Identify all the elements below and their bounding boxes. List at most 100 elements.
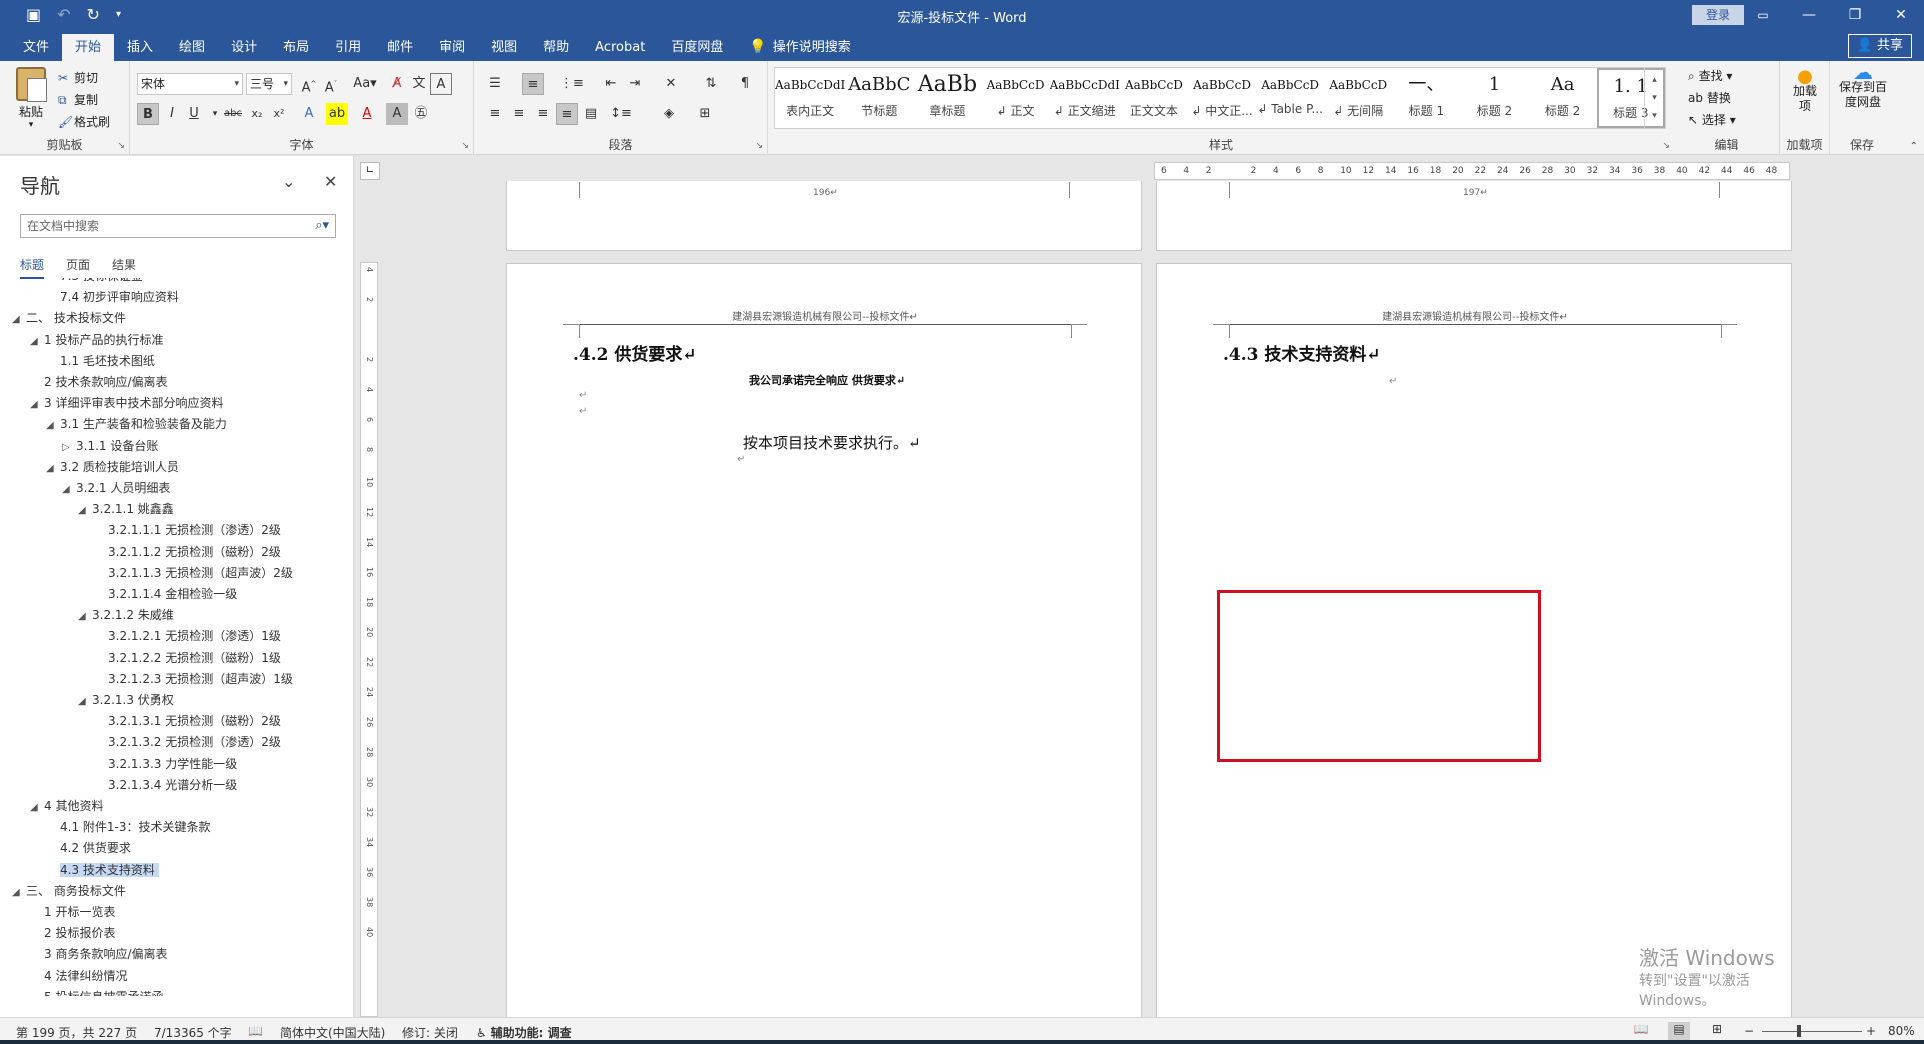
- expand-toggle-icon[interactable]: ◢: [30, 394, 44, 415]
- expand-toggle-icon[interactable]: ◢: [78, 606, 92, 627]
- body-text[interactable]: 按本项目技术要求执行。↵: [743, 432, 921, 453]
- language[interactable]: 简体中文(中国大陆): [280, 1024, 385, 1041]
- line-spacing-icon[interactable]: ↕≡: [610, 103, 632, 125]
- save-to-baidu-button[interactable]: ☁ 保存到百度网盘: [1834, 62, 1892, 110]
- dialog-launcher-icon[interactable]: ↘: [461, 141, 469, 151]
- font-name-combo[interactable]: 宋体 ▾: [137, 73, 243, 95]
- dialog-launcher-icon[interactable]: ↘: [1662, 141, 1670, 151]
- shading-icon[interactable]: ◈: [658, 103, 680, 125]
- character-border-icon[interactable]: A: [430, 73, 452, 95]
- italic-button[interactable]: I: [161, 103, 183, 125]
- nav-item[interactable]: 3.2.1.1.2 无损检测（磁粉）2级: [94, 542, 281, 563]
- expand-toggle-icon[interactable]: ◢: [30, 797, 44, 818]
- nav-item[interactable]: 2 投标报价表: [30, 923, 115, 944]
- nav-item[interactable]: 3.2.1.2.1 无损检测（渗透）1级: [94, 626, 281, 647]
- nav-item[interactable]: ◢ 三、 商务投标文件: [12, 881, 126, 902]
- tab-6[interactable]: 引用: [322, 34, 374, 61]
- style-item[interactable]: AaBbCcD ↲ 无间隔: [1324, 68, 1392, 128]
- chinese-layout-icon[interactable]: ✕: [660, 73, 682, 95]
- font-color-icon[interactable]: A: [356, 103, 378, 125]
- style-item[interactable]: AaBbCcD ↲ Table P...: [1256, 68, 1324, 128]
- nav-item[interactable]: 4.2 供货要求: [46, 838, 131, 859]
- align-right-icon[interactable]: ≡: [532, 103, 554, 125]
- style-item[interactable]: AaBb 章标题: [913, 68, 981, 128]
- select-button[interactable]: ↖ 选择 ▾: [1688, 109, 1736, 131]
- nav-tab-2[interactable]: 结果: [112, 256, 136, 279]
- track-changes[interactable]: 修订: 关闭: [402, 1024, 458, 1041]
- nav-item[interactable]: 3.2.1.2.2 无损检测（磁粉）1级: [94, 648, 281, 669]
- page-count[interactable]: 第 199 页，共 227 页: [16, 1024, 137, 1041]
- expand-toggle-icon[interactable]: ◢: [78, 500, 92, 521]
- zoom-slider-track[interactable]: [1762, 1031, 1862, 1032]
- style-item[interactable]: AaBbCcD 正文文本: [1120, 68, 1188, 128]
- nav-item[interactable]: 3.2.1.3.3 力学性能一级: [94, 754, 237, 775]
- nav-item[interactable]: 4.1 附件1-3：技术关键条款: [46, 817, 211, 838]
- expand-toggle-icon[interactable]: ◢: [46, 458, 60, 479]
- underline-button[interactable]: U: [183, 103, 205, 125]
- bullets-icon[interactable]: ☰: [484, 73, 506, 95]
- style-item[interactable]: Aa 标题 2: [1529, 68, 1597, 128]
- highlight-rectangle[interactable]: [1217, 590, 1541, 762]
- tab-5[interactable]: 布局: [270, 34, 322, 61]
- format-painter-button[interactable]: 🖌格式刷: [58, 111, 110, 133]
- shrink-font-icon[interactable]: Aˇ: [320, 73, 342, 95]
- vertical-ruler[interactable]: 4 2 2 4 6 8 10 12 14 16 18 20 22 24 26 28 30 32 34 36 38 40: [360, 262, 378, 1017]
- expand-toggle-icon[interactable]: ◢: [12, 882, 26, 903]
- dialog-launcher-icon[interactable]: ↘: [755, 141, 763, 151]
- chevron-down-icon[interactable]: ⌄: [282, 172, 295, 191]
- more-styles-icon[interactable]: ▾: [1645, 107, 1664, 125]
- customize-icon[interactable]: ▾: [116, 10, 121, 20]
- style-item[interactable]: AaBbCcDdI ↲ 正文缩进: [1050, 68, 1120, 128]
- multilevel-list-icon[interactable]: ⋮≡: [560, 73, 584, 95]
- align-center-icon[interactable]: ≡: [508, 103, 530, 125]
- paste-button[interactable]: 粘贴 ▾: [14, 67, 48, 130]
- dialog-launcher-icon[interactable]: ↘: [117, 141, 125, 151]
- addins-button[interactable]: ● 加载项: [1784, 68, 1826, 114]
- increase-indent-icon[interactable]: ⇥: [624, 73, 646, 95]
- replace-button[interactable]: ab 替换: [1688, 87, 1736, 109]
- style-item[interactable]: AaBbCcD ↲ 中文正...: [1188, 68, 1256, 128]
- strikethrough-button[interactable]: abc: [222, 103, 244, 125]
- close-icon[interactable]: ✕: [324, 172, 337, 191]
- nav-item[interactable]: 4.3 技术支持资料: [46, 860, 326, 881]
- nav-tab-0[interactable]: 标题: [20, 256, 45, 279]
- character-shading-icon[interactable]: A: [386, 103, 408, 125]
- chevron-down-icon[interactable]: ▾: [1645, 89, 1664, 107]
- share-button[interactable]: 👤 共享: [1847, 34, 1912, 58]
- nav-item[interactable]: 3.2.1.3.1 无损检测（磁粉）2级: [94, 711, 281, 732]
- nav-item[interactable]: 3.2.1.1.3 无损检测（超声波）2级: [94, 563, 293, 584]
- close-icon[interactable]: ✕: [1878, 0, 1924, 30]
- ribbon-display-icon[interactable]: ▭: [1740, 0, 1786, 30]
- cut-button[interactable]: ✂ 剪切: [58, 67, 110, 89]
- nav-item[interactable]: 1 开标一览表: [30, 902, 115, 923]
- heading-4-3[interactable]: .4.3 技术支持资料↵: [1223, 340, 1381, 365]
- nav-item[interactable]: ◢ 二、 技术投标文件: [12, 308, 126, 329]
- zoom-in-icon[interactable]: +: [1866, 1024, 1876, 1038]
- word-count[interactable]: 7/13365 个字: [154, 1024, 232, 1041]
- zoom-out-icon[interactable]: −: [1744, 1024, 1754, 1038]
- search-icon[interactable]: ⌕▾: [315, 215, 329, 237]
- zoom-level[interactable]: 80%: [1888, 1024, 1915, 1038]
- distributed-icon[interactable]: ▤: [580, 103, 602, 125]
- proofing-icon[interactable]: 📖: [248, 1024, 263, 1038]
- expand-toggle-icon[interactable]: ◢: [46, 415, 60, 436]
- tab-9[interactable]: 视图: [478, 34, 530, 61]
- expand-toggle-icon[interactable]: ◢: [62, 479, 76, 500]
- expand-toggle-icon[interactable]: ▷: [62, 437, 76, 458]
- nav-item[interactable]: ◢ 1 投标产品的执行标准: [30, 330, 163, 351]
- style-item[interactable]: AaBbCcDdI 表内正文: [775, 68, 845, 128]
- font-size-combo[interactable]: 三号 ▾: [246, 73, 292, 95]
- nav-item[interactable]: ◢ 3.1 生产装备和检验装备及能力: [46, 414, 227, 435]
- numbering-icon[interactable]: ≡: [522, 73, 544, 95]
- bold-button[interactable]: B: [137, 103, 159, 125]
- redo-icon[interactable]: ↻: [87, 7, 100, 23]
- phonetic-guide-icon[interactable]: 文: [408, 73, 430, 95]
- nav-item[interactable]: ◢ 3.2.1.2 朱威维: [78, 605, 174, 626]
- nav-item[interactable]: ◢ 3.2 质检技能培训人员: [46, 457, 179, 478]
- web-layout-icon[interactable]: ⊞: [1706, 1022, 1728, 1040]
- sort-icon[interactable]: ⇅: [700, 73, 722, 95]
- nav-item[interactable]: 1.1 毛坯技术图纸: [46, 351, 155, 372]
- text-effects-icon[interactable]: A: [298, 103, 320, 125]
- nav-item[interactable]: 7.3 投标保证金: [46, 278, 143, 287]
- nav-item[interactable]: ▷ 3.1.1 设备台账: [62, 436, 158, 457]
